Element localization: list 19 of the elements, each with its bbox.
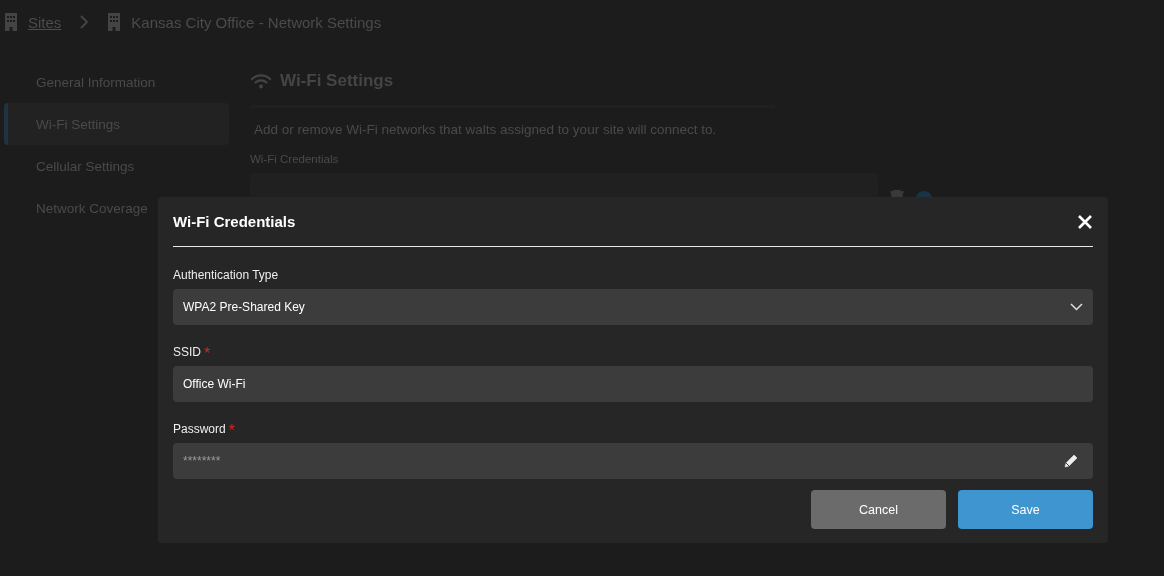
field-label: Authentication Type — [173, 268, 279, 282]
cancel-button[interactable]: Cancel — [811, 490, 946, 529]
field-label: Password — [173, 422, 226, 436]
dialog-title: Wi-Fi Credentials — [173, 213, 296, 230]
trash-icon — [889, 190, 905, 197]
required-mark: * — [228, 422, 235, 441]
chevron-right-icon — [79, 15, 90, 29]
building-icon — [107, 13, 122, 31]
building-icon — [4, 13, 18, 31]
required-mark: * — [204, 345, 211, 364]
wifi-icon — [250, 73, 272, 89]
pencil-icon[interactable] — [1063, 453, 1079, 469]
authentication-type-select[interactable]: WPA2 Pre-Shared Key — [173, 289, 1093, 325]
close-button[interactable] — [1077, 213, 1093, 230]
save-button[interactable]: Save — [958, 490, 1093, 529]
chevron-down-icon — [1070, 303, 1083, 311]
ssid-field[interactable]: Office Wi-Fi — [173, 366, 1093, 402]
field-label: SSID — [173, 345, 201, 359]
password-field[interactable]: ******** — [173, 443, 1093, 479]
